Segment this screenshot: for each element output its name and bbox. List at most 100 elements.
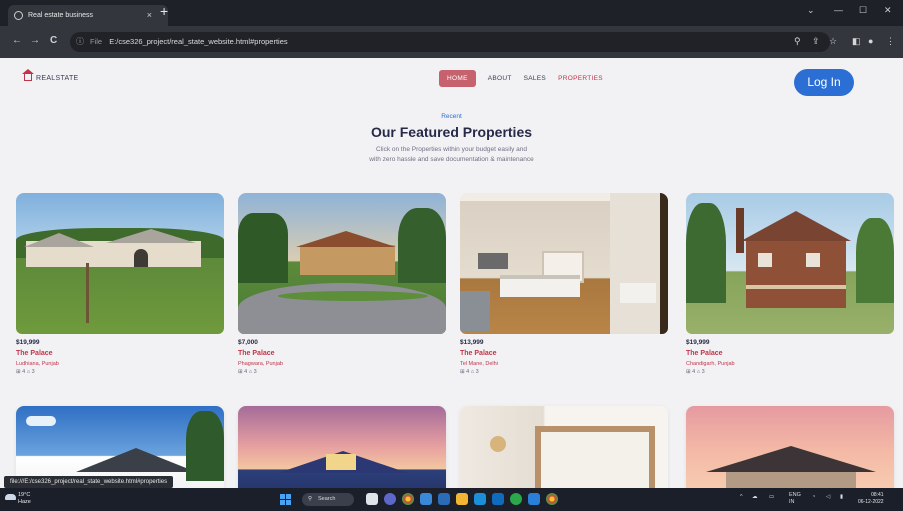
property-price: $13,999 [460, 339, 484, 346]
share-icon[interactable]: ⇪ [812, 36, 820, 47]
wifi-icon[interactable]: ◔ [812, 494, 815, 500]
property-card[interactable]: $7,000 The Palace Phagwara, Punjab ⊞ 4 ⌂… [238, 193, 446, 379]
maximize-button[interactable]: ☐ [859, 5, 867, 16]
clock-time: 08:41 [871, 492, 884, 498]
property-card[interactable]: $19,999 The Palace Ludhiana, Punjab ⊞ 4 … [16, 193, 224, 379]
property-photo [686, 406, 894, 488]
house-icon [22, 69, 34, 81]
property-photo [238, 406, 446, 488]
minimize-button[interactable]: — [834, 5, 843, 15]
search-icon: ⚲ [308, 496, 313, 502]
task-view-icon[interactable] [366, 493, 378, 505]
tab-title: Real estate business [28, 12, 93, 19]
property-photo [460, 193, 668, 334]
bookmark-star-icon[interactable]: ☆ [829, 36, 837, 47]
property-card[interactable]: $13,999 The Palace Tel Mane, Delhi ⊞ 4 ⌂… [460, 193, 668, 379]
windows-start-icon[interactable] [280, 494, 291, 505]
mail-icon[interactable] [492, 493, 504, 505]
url-text: E:/cse326_project/real_state_website.htm… [109, 37, 288, 46]
property-specs: ⊞ 4 ⌂ 3 [686, 369, 705, 375]
globe-icon [14, 11, 23, 20]
property-price: $7,000 [238, 339, 258, 346]
nav-properties[interactable]: PROPERTIES [558, 75, 603, 82]
edge-icon[interactable] [420, 493, 432, 505]
forward-button[interactable]: → [30, 35, 40, 46]
property-specs: ⊞ 4 ⌂ 3 [16, 369, 35, 375]
property-photo [16, 193, 224, 334]
address-bar-row: ← → C ⓘ File E:/cse326_project/real_stat… [0, 26, 903, 58]
photos-icon[interactable] [438, 493, 450, 505]
logo-text: REALSTATE [36, 75, 79, 82]
clock-date: 06-12-2022 [858, 499, 884, 505]
weather-icon [5, 494, 16, 500]
property-name[interactable]: The Palace [686, 350, 894, 357]
onedrive-icon[interactable]: ☁ [752, 494, 758, 500]
property-name[interactable]: The Palace [460, 350, 668, 357]
weather-desc: Haze [18, 499, 31, 505]
property-location: Chandigarh, Punjab [686, 361, 735, 367]
property-specs: ⊞ 4 ⌂ 3 [460, 369, 479, 375]
new-tab-button[interactable]: + [160, 3, 168, 19]
property-card[interactable] [238, 406, 446, 488]
zoom-icon[interactable]: ⚲ [794, 36, 801, 47]
vscode-icon[interactable] [528, 493, 540, 505]
url-scheme-label: File [90, 37, 103, 46]
region-code: IN [789, 499, 795, 505]
taskbar: 19°C Haze ⚲ Search ^ ☁ ▭ ENG IN ◔ ◁ ▮ 08… [0, 488, 903, 511]
site-logo[interactable]: REALSTATE [22, 69, 79, 82]
reload-button[interactable]: C [50, 35, 57, 46]
nav-home[interactable]: HOME [439, 70, 476, 87]
tab-search-icon[interactable]: ⌄ [807, 5, 815, 16]
weather-widget[interactable]: 19°C Haze [5, 492, 31, 506]
weather-temp: 19°C [18, 492, 31, 498]
store-icon[interactable] [474, 493, 486, 505]
property-card[interactable] [460, 406, 668, 488]
property-name[interactable]: The Palace [16, 350, 224, 357]
browser-tab[interactable]: Real estate business × [8, 5, 168, 26]
sidebar-icon[interactable]: ◧ [852, 36, 861, 47]
profile-icon[interactable]: ● [868, 36, 873, 46]
property-price: $19,999 [16, 339, 40, 346]
nav-sales[interactable]: SALES [524, 75, 546, 82]
property-specs: ⊞ 4 ⌂ 3 [238, 369, 257, 375]
property-photo [460, 406, 668, 488]
tray-chevron-icon[interactable]: ^ [740, 494, 743, 500]
volume-icon[interactable]: ◁ [826, 494, 830, 500]
property-name[interactable]: The Palace [238, 350, 446, 357]
tab-close-icon[interactable]: × [147, 5, 152, 26]
browser-tab-bar: Real estate business × + ⌄ — ☐ ✕ [0, 0, 903, 26]
login-button[interactable]: Log In [794, 69, 854, 96]
section-kicker: Recent [441, 113, 462, 120]
taskbar-search[interactable]: ⚲ Search [302, 493, 354, 506]
search-label: Search [318, 496, 336, 502]
back-button[interactable]: ← [12, 35, 22, 46]
property-location: Phagwara, Punjab [238, 361, 283, 367]
property-photo [686, 193, 894, 334]
nav-about[interactable]: ABOUT [488, 75, 512, 82]
whatsapp-icon[interactable] [510, 493, 522, 505]
menu-kebab-icon[interactable]: ⋮ [886, 36, 895, 47]
battery-icon[interactable]: ▮ [840, 494, 843, 500]
property-location: Tel Mane, Delhi [460, 361, 498, 367]
chrome-icon[interactable] [402, 493, 414, 505]
property-price: $19,999 [686, 339, 710, 346]
section-subtitle: Click on the Properties within your budg… [0, 145, 903, 165]
language-code: ENG [789, 492, 801, 498]
section-title: Our Featured Properties [370, 124, 533, 140]
property-location: Ludhiana, Punjab [16, 361, 59, 367]
chrome-alt-icon[interactable] [546, 493, 558, 505]
subtitle-line: with zero hassle and save documentation … [369, 156, 534, 163]
chat-icon[interactable] [384, 493, 396, 505]
subtitle-line: Click on the Properties within your budg… [375, 146, 528, 153]
file-explorer-icon[interactable] [456, 493, 468, 505]
property-photo [238, 193, 446, 334]
tray-app-icon[interactable]: ▭ [769, 494, 774, 500]
property-card[interactable]: $19,999 The Palace Chandigarh, Punjab ⊞ … [686, 193, 894, 379]
close-window-button[interactable]: ✕ [884, 5, 892, 16]
system-clock[interactable]: 08:41 06-12-2022 [858, 492, 884, 506]
url-bar[interactable]: ⓘ File E:/cse326_project/real_state_webs… [70, 32, 830, 52]
web-page: REALSTATE HOME ABOUT SALES PROPERTIES Lo… [0, 58, 903, 488]
property-card[interactable] [686, 406, 894, 488]
language-indicator[interactable]: ENG IN [789, 492, 801, 506]
main-nav: HOME ABOUT SALES PROPERTIES [439, 70, 615, 87]
